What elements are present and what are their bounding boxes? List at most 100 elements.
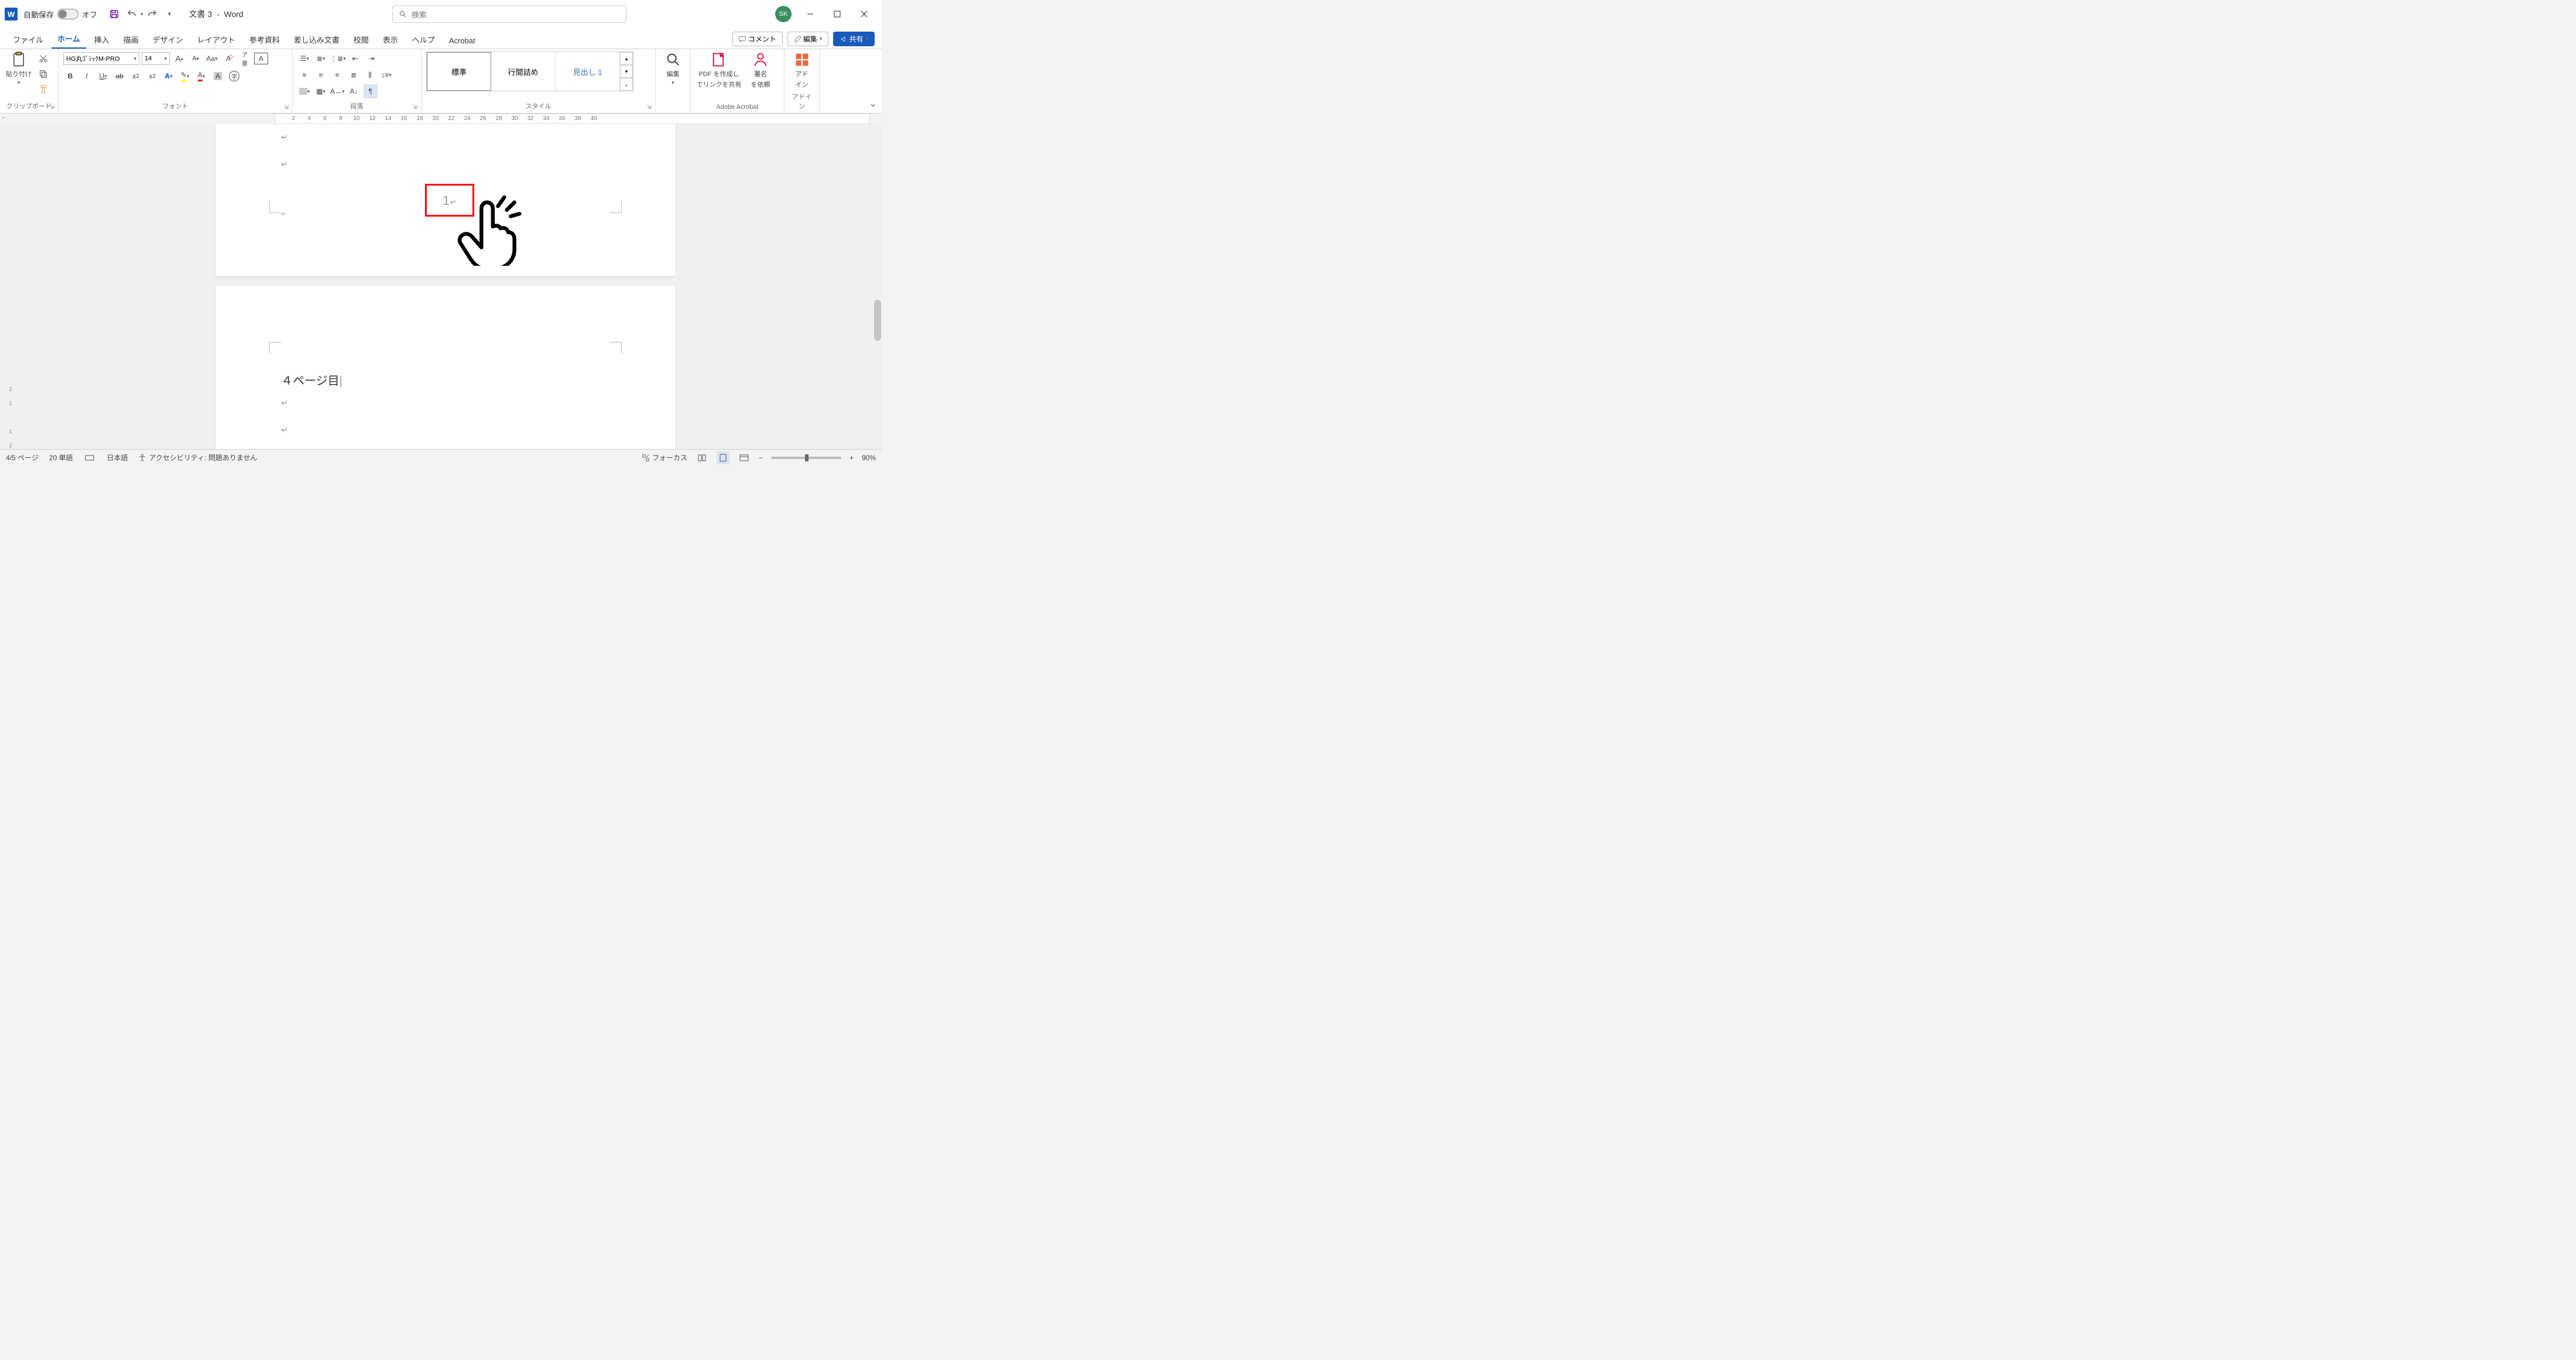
align-left-icon[interactable]: ≡ [297,68,311,82]
phonetic-guide-icon[interactable]: ア亜 [238,52,252,66]
show-marks-icon[interactable]: ¶ [364,84,378,98]
redo-icon[interactable] [145,6,160,22]
style-heading1[interactable]: 見出し 1 [556,52,620,91]
decrease-indent-icon[interactable]: ⇤ [348,52,362,66]
read-mode-icon[interactable] [696,451,708,464]
grow-font-icon[interactable]: A▴ [172,52,186,66]
editing-mode-button[interactable]: 編集▾ [787,32,829,46]
addins-button[interactable]: アドイン [789,52,814,89]
launcher-icon[interactable]: ⇲ [413,104,417,111]
tab-layout[interactable]: レイアウト [191,30,241,49]
style-nospacing[interactable]: 行間詰め [491,52,556,91]
line-spacing-icon[interactable]: ↕≡▾ [379,68,393,82]
launcher-icon[interactable]: ⇲ [284,104,289,111]
undo-dropdown-icon[interactable]: ▾ [141,11,143,18]
character-shading-icon[interactable]: A [211,69,225,83]
highlight-color-icon[interactable]: ✎▾ [178,69,192,83]
cut-icon[interactable] [36,52,50,66]
increase-indent-icon[interactable]: ⇥ [365,52,379,66]
multilevel-list-icon[interactable]: ⋮≣▾ [330,52,346,66]
share-button[interactable]: 共有▾ [833,32,875,46]
page[interactable]: ↵ ↵ ↵ 1↵ [215,124,676,276]
find-button[interactable]: 編集▾ [660,52,686,86]
maximize-button[interactable] [829,6,845,22]
zoom-out-button[interactable]: − [759,454,763,462]
bold-icon[interactable]: B [63,69,77,83]
tab-insert[interactable]: 挿入 [88,30,115,49]
status-page[interactable]: 4/5 ページ [6,453,39,463]
text-predictions-icon[interactable] [83,451,96,464]
save-icon[interactable] [107,6,122,22]
print-layout-icon[interactable] [717,451,729,464]
italic-icon[interactable]: I [80,69,94,83]
body-text[interactable]: ４ページ目| [281,371,342,388]
align-right-icon[interactable]: ≡ [330,68,344,82]
styles-scroll[interactable]: ▴▾⌄ [620,52,633,91]
qat-customize-icon[interactable]: ▾ [162,6,177,22]
subscript-icon[interactable]: x2 [129,69,143,83]
search-input[interactable]: 検索 [392,5,626,23]
borders-icon[interactable]: ▦▾ [314,84,328,98]
autosave-toggle[interactable]: 自動保存 オフ [23,9,97,20]
vertical-scrollbar[interactable] [872,124,882,449]
numbering-icon[interactable]: ≣▾ [314,52,328,66]
zoom-slider[interactable] [771,457,841,459]
tab-acrobat[interactable]: Acrobat [443,33,481,49]
tab-design[interactable]: デザイン [147,30,189,49]
scrollbar-thumb[interactable] [874,300,881,341]
close-button[interactable] [856,6,872,22]
font-size-combo[interactable]: 14▾ [142,52,170,65]
status-accessibility[interactable]: アクセシビリティ: 問題ありません [138,453,257,463]
change-case-icon[interactable]: Aa▾ [205,52,219,66]
copy-icon[interactable] [36,67,50,81]
status-language[interactable]: 日本語 [107,453,128,463]
tab-view[interactable]: 表示 [377,30,404,49]
request-signature-button[interactable]: 署名を依頼 [746,52,775,89]
page[interactable]: ４ページ目| ↵ ↵ [215,286,676,449]
bullets-icon[interactable]: ☰▾ [297,52,311,66]
sort-icon[interactable]: A↓ [347,84,361,98]
font-name-combo[interactable]: HG丸ｺﾞｼｯｸM-PRO▾ [63,52,139,65]
format-painter-icon[interactable] [36,82,50,96]
text-direction-icon[interactable]: A↔▾ [330,84,345,98]
distributed-icon[interactable]: ⫼ [363,68,377,82]
toggle-icon[interactable] [57,9,78,19]
launcher-icon[interactable]: ⇲ [50,104,54,111]
status-word-count[interactable]: 20 単語 [49,453,73,463]
tab-file[interactable]: ファイル [7,30,49,49]
launcher-icon[interactable]: ⇲ [647,104,652,111]
comments-button[interactable]: コメント [732,32,783,46]
shading-icon[interactable]: ▾ [297,84,311,98]
strikethrough-icon[interactable]: ab [112,69,126,83]
font-color-icon[interactable]: A▾ [194,69,208,83]
tab-home[interactable]: ホーム [52,29,86,49]
superscript-icon[interactable]: x2 [145,69,159,83]
paste-button[interactable]: 貼り付け▾ [5,52,33,86]
minimize-button[interactable] [802,6,818,22]
pdf-share-button[interactable]: PDF を作成してリンクを共有 [696,52,742,89]
align-center-icon[interactable]: ≡ [314,68,328,82]
shrink-font-icon[interactable]: A▾ [189,52,203,66]
web-layout-icon[interactable] [738,451,751,464]
vertical-ruler[interactable]: ·······21·12·41 [7,288,14,449]
tab-draw[interactable]: 描画 [118,30,145,49]
justify-icon[interactable]: ≣ [347,68,361,82]
underline-icon[interactable]: U▾ [96,69,110,83]
tab-review[interactable]: 校閲 [348,30,375,49]
horizontal-ruler[interactable]: ⌐ 246810121416182022242628303234363840 [0,114,882,124]
ribbon-collapse-icon[interactable]: ⌄ [864,49,882,113]
character-border-icon[interactable]: A [254,53,268,64]
text-effects-icon[interactable]: A▾ [162,69,176,83]
undo-icon[interactable] [124,6,139,22]
tab-help[interactable]: ヘルプ [406,30,441,49]
tab-mailings[interactable]: 差し込み文書 [288,30,345,49]
zoom-in-button[interactable]: + [849,454,854,462]
enclose-characters-icon[interactable]: 字 [227,69,241,83]
zoom-level[interactable]: 90% [862,454,876,462]
clear-formatting-icon[interactable]: A◇ [221,52,235,66]
tab-references[interactable]: 参考資料 [244,30,286,49]
style-normal[interactable]: 標準 [427,52,491,91]
document-canvas[interactable]: ·······21·12·41 ↵ ↵ ↵ 1↵ ４ページ目| ↵ ↵ [0,124,872,449]
focus-mode-button[interactable]: フォーカス [642,453,687,463]
user-avatar[interactable]: SK [775,6,792,22]
